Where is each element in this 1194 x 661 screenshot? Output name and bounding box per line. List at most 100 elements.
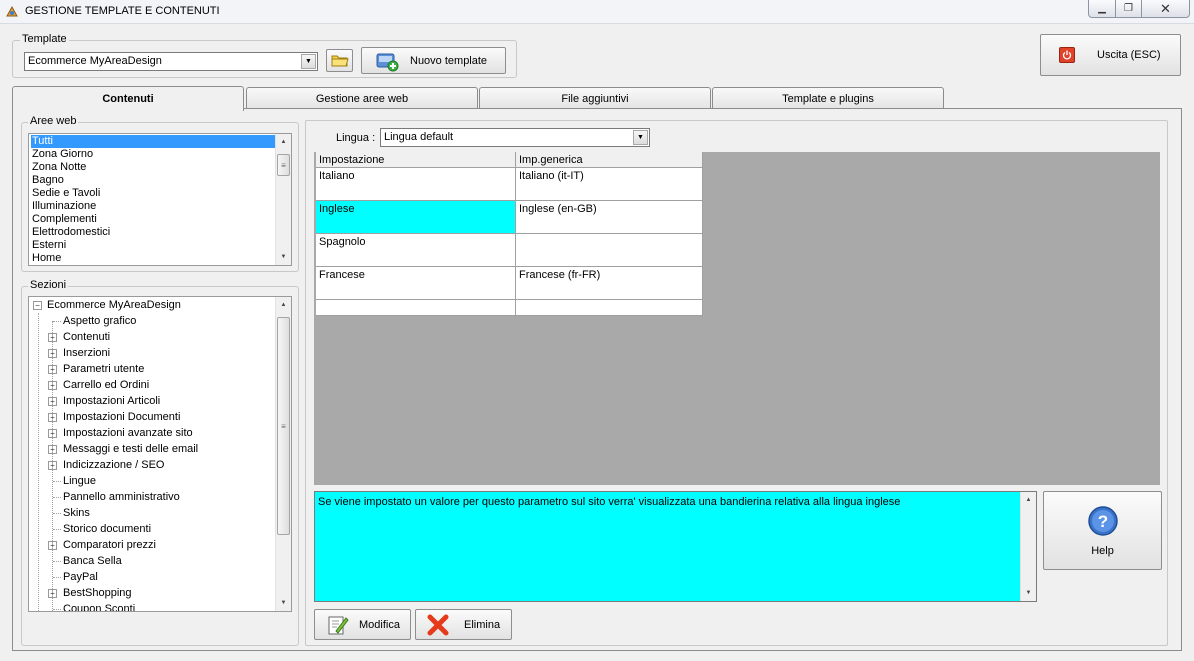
aree-web-scrollbar[interactable]: ▲ ≡ ▼ [275, 134, 291, 265]
grid-header-imp-generica[interactable]: Imp.generica [516, 152, 703, 168]
settings-grid[interactable]: Impostazione Imp.generica Italiano Italia… [314, 152, 1160, 485]
new-template-label: Nuovo template [410, 54, 488, 67]
sezioni-tree[interactable]: − Ecommerce MyAreaDesign Aspetto grafico… [28, 296, 292, 612]
scroll-up-icon[interactable]: ▲ [276, 134, 291, 150]
modifica-label: Modifica [359, 618, 400, 631]
tree-item[interactable]: + Contenuti [29, 329, 275, 345]
close-button[interactable]: ✕ [1141, 0, 1190, 18]
svg-text:?: ? [1097, 512, 1107, 531]
chevron-down-icon[interactable]: ▼ [633, 130, 648, 145]
grid-cell[interactable]: Inglese (en-GB) [516, 201, 703, 234]
new-template-icon [376, 53, 399, 71]
tree-item-label: Parametri utente [63, 363, 145, 375]
chevron-down-icon[interactable]: ▼ [301, 54, 316, 69]
tree-item[interactable]: + Carrello ed Ordini [29, 377, 275, 393]
template-select[interactable]: Ecommerce MyAreaDesign ▼ [24, 52, 318, 71]
scroll-thumb[interactable]: ≡ [277, 317, 290, 535]
scroll-thumb[interactable]: ≡ [277, 154, 290, 176]
tree-item[interactable]: + Inserzioni [29, 345, 275, 361]
tree-item[interactable]: PayPal [29, 569, 275, 585]
tree-item[interactable]: + BestShopping [29, 585, 275, 601]
grid-cell[interactable]: Inglese [316, 201, 516, 234]
aree-web-list[interactable]: Tutti Zona Giorno Zona Notte Bagno Sedie e T… [28, 133, 292, 266]
maximize-icon: ❐ [1124, 3, 1133, 14]
aree-web-item[interactable]: Sedie e Tavoli [31, 187, 275, 200]
elimina-button[interactable]: Elimina [415, 609, 512, 640]
tree-line [53, 321, 61, 322]
scroll-down-icon[interactable]: ▼ [1021, 585, 1036, 601]
grid-cell[interactable]: Francese [316, 267, 516, 300]
grid-cell[interactable] [316, 300, 516, 316]
grid-cell[interactable] [516, 234, 703, 267]
scroll-up-icon[interactable]: ▲ [1021, 492, 1036, 508]
tab-template-plugins[interactable]: Template e plugins [712, 87, 944, 109]
tree-line [53, 513, 61, 514]
maximize-button[interactable]: ❐ [1115, 0, 1142, 18]
tree-item-label: Contenuti [63, 331, 111, 343]
tree-item-label: Lingue [63, 475, 97, 487]
tree-line [53, 577, 61, 578]
help-button[interactable]: ? Help [1043, 491, 1162, 570]
description-box[interactable]: Se viene impostato un valore per questo … [314, 491, 1037, 602]
tree-item[interactable]: Lingue [29, 473, 275, 489]
tab-contenuti[interactable]: Contenuti [12, 86, 244, 111]
modifica-button[interactable]: Modifica [314, 609, 411, 640]
tree-item[interactable]: Banca Sella [29, 553, 275, 569]
folder-icon [331, 55, 349, 67]
aree-web-item[interactable]: Complementi [31, 213, 275, 226]
tree-item[interactable]: Aspetto grafico [29, 313, 275, 329]
tree-item-label: Coupon Sconti [63, 603, 136, 612]
scroll-down-icon[interactable]: ▼ [276, 595, 291, 611]
grid-cell[interactable]: Francese (fr-FR) [516, 267, 703, 300]
tree-line-vertical [52, 321, 53, 611]
help-label: Help [1091, 544, 1114, 557]
edit-icon [328, 616, 349, 634]
tab-file-aggiuntivi[interactable]: File aggiuntivi [479, 87, 711, 109]
tree-item[interactable]: + Impostazioni avanzate sito [29, 425, 275, 441]
tree-item-label: Banca Sella [63, 555, 122, 567]
tree-item[interactable]: + Impostazioni Documenti [29, 409, 275, 425]
grid-cell[interactable]: Italiano (it-IT) [516, 168, 703, 201]
tree-item[interactable]: + Parametri utente [29, 361, 275, 377]
grid-cell[interactable] [516, 300, 703, 316]
sezioni-scrollbar[interactable]: ▲ ≡ ▼ [275, 297, 291, 611]
description-scrollbar[interactable]: ▲ ▼ [1020, 492, 1036, 601]
scroll-up-icon[interactable]: ▲ [276, 297, 291, 313]
minimize-button[interactable]: ▁ [1088, 0, 1116, 18]
aree-web-item[interactable]: Elettrodomestici [31, 226, 275, 239]
new-template-button[interactable]: Nuovo template [361, 47, 506, 74]
tree-item-label: Impostazioni Documenti [63, 411, 181, 423]
tree-item[interactable]: Storico documenti [29, 521, 275, 537]
lingua-select[interactable]: Lingua default ▼ [380, 128, 650, 147]
tree-item-label: Aspetto grafico [63, 315, 137, 327]
tree-line [53, 529, 61, 530]
delete-icon [427, 614, 449, 635]
app-icon [5, 5, 19, 18]
aree-web-item[interactable]: Tutti [31, 135, 275, 148]
help-icon: ? [1087, 505, 1118, 536]
aree-web-item[interactable]: Zona Giorno [31, 148, 275, 161]
tree-item[interactable]: + Impostazioni Articoli [29, 393, 275, 409]
grid-cell[interactable]: Spagnolo [316, 234, 516, 267]
minimize-icon: ▁ [1098, 3, 1106, 14]
tab-gestione-aree-web[interactable]: Gestione aree web [246, 87, 478, 109]
tree-item[interactable]: + Indicizzazione / SEO [29, 457, 275, 473]
aree-web-item[interactable]: Bagno [31, 174, 275, 187]
tree-item[interactable]: + Messaggi e testi delle email [29, 441, 275, 457]
aree-web-item[interactable]: Zona Notte [31, 161, 275, 174]
collapse-icon[interactable]: − [33, 301, 42, 310]
aree-web-item[interactable]: Esterni [31, 239, 275, 252]
grid-cell[interactable]: Italiano [316, 168, 516, 201]
aree-web-item[interactable]: Home [31, 252, 275, 265]
tree-item[interactable]: Pannello amministrativo [29, 489, 275, 505]
grid-header-impostazione[interactable]: Impostazione [316, 152, 516, 168]
open-folder-button[interactable] [326, 49, 353, 72]
tree-item[interactable]: + Comparatori prezzi [29, 537, 275, 553]
scroll-down-icon[interactable]: ▼ [276, 249, 291, 265]
exit-button[interactable]: Uscita (ESC) [1040, 34, 1181, 76]
close-icon: ✕ [1160, 0, 1171, 16]
tree-item[interactable]: Coupon Sconti [29, 601, 275, 612]
aree-web-item[interactable]: Illuminazione [31, 200, 275, 213]
tree-item[interactable]: Skins [29, 505, 275, 521]
tree-item-label: Comparatori prezzi [63, 539, 156, 551]
